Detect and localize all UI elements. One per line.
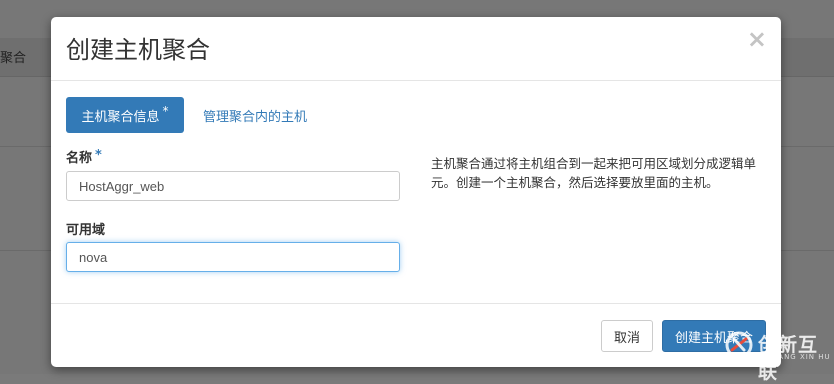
required-marker: * xyxy=(95,148,102,163)
modal-header: 创建主机聚合 × xyxy=(51,17,781,81)
modal-title: 创建主机聚合 xyxy=(66,36,210,64)
watermark: 创新互联 CHUANG XIN HU LIAN xyxy=(724,328,832,383)
close-icon[interactable]: × xyxy=(747,27,767,51)
tab-manage-hosts[interactable]: 管理聚合内的主机 xyxy=(203,106,307,125)
name-label-text: 名称 xyxy=(66,151,93,166)
name-field[interactable] xyxy=(66,171,400,201)
required-marker: * xyxy=(162,104,169,118)
availability-zone-label: 可用域 xyxy=(66,219,105,238)
cancel-button[interactable]: 取消 xyxy=(601,320,653,352)
name-label: 名称 * xyxy=(66,147,102,166)
help-text: 主机聚合通过将主机组合到一起来把可用区域划分成逻辑单元。创建一个主机聚合，然后选… xyxy=(431,156,757,190)
availability-zone-field[interactable] xyxy=(66,242,400,272)
modal-footer-divider xyxy=(51,303,781,304)
create-host-aggregate-dialog: 创建主机聚合 × 主机聚合信息 * 管理聚合内的主机 名称* 可用域 主机聚合通… xyxy=(51,17,781,367)
availability-zone-label-text: 可用域 xyxy=(66,223,106,238)
tab-label: 主机聚合信息 xyxy=(81,109,160,125)
watermark-subtext: CHUANG XIN HU LIAN xyxy=(760,353,831,369)
tab-host-aggregate-info[interactable]: 主机聚合信息 * xyxy=(66,97,184,133)
watermark-logo-icon xyxy=(725,331,753,359)
background-column-header: 聚合 xyxy=(0,51,27,66)
